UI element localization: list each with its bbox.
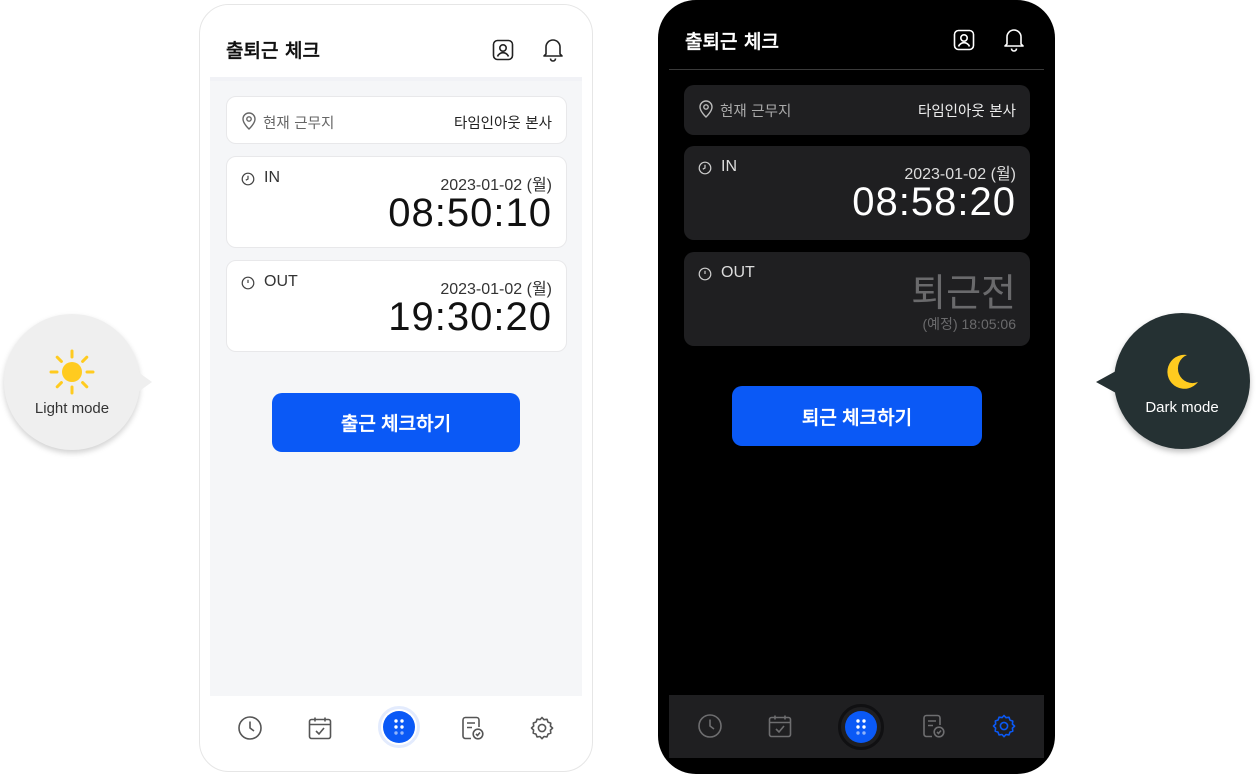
dark-screen: 출퇴근 체크 현재 근무지 타임인아웃 본사 IN 2023-01-02 (월)… — [669, 0, 1044, 770]
clock-small-icon — [698, 266, 712, 281]
center-tab-button — [845, 711, 877, 743]
calendar-check-icon[interactable] — [305, 713, 335, 743]
clock-small-icon — [241, 275, 255, 290]
bell-icon[interactable] — [1001, 26, 1027, 52]
check-in-time: 08:58:20 — [852, 180, 1016, 224]
bubble-tail — [1096, 371, 1116, 393]
check-out-card: OUT 퇴근전 (예정) 18:05:06 — [684, 252, 1030, 346]
dark-phone: 출퇴근 체크 현재 근무지 타임인아웃 본사 IN 2023-01-02 (월)… — [658, 0, 1055, 774]
check-out-time: 19:30:20 — [388, 295, 552, 339]
document-check-icon[interactable] — [918, 711, 948, 741]
gear-icon[interactable] — [989, 711, 1019, 741]
light-mode-label: Light mode — [34, 399, 110, 417]
location-value: 타임인아웃 본사 — [918, 104, 1016, 120]
dark-mode-bubble: Dark mode — [1096, 313, 1250, 449]
center-tab-button — [383, 711, 415, 743]
bubble-tail — [138, 372, 152, 392]
app-header: 출퇴근 체크 — [210, 5, 582, 81]
app-header: 출퇴근 체크 — [669, 0, 1044, 70]
page-title: 출퇴근 체크 — [226, 40, 321, 62]
clock-small-icon — [241, 171, 255, 186]
check-out-card: OUT 2023-01-02 (월) 19:30:20 — [226, 260, 567, 352]
bottom-tab-bar — [669, 695, 1044, 758]
location-card: 현재 근무지 타임인아웃 본사 — [226, 96, 567, 144]
location-value: 타임인아웃 본사 — [454, 116, 552, 132]
location-pin-icon — [698, 100, 714, 118]
bottom-tab-bar — [210, 696, 582, 764]
document-check-icon[interactable] — [457, 713, 487, 743]
check-in-time: 08:50:10 — [388, 191, 552, 235]
check-in-card: IN 2023-01-02 (월) 08:58:20 — [684, 146, 1030, 240]
check-out-label: OUT — [264, 273, 298, 290]
check-in-button[interactable]: 출근 체크하기 — [272, 393, 520, 452]
sun-icon — [48, 348, 96, 396]
calendar-check-icon[interactable] — [765, 711, 795, 741]
dots-grid-icon[interactable] — [378, 706, 420, 748]
page-title: 출퇴근 체크 — [685, 31, 780, 53]
check-in-label: IN — [721, 158, 737, 175]
location-label: 현재 근무지 — [720, 104, 792, 120]
dots-grid-icon[interactable] — [838, 704, 884, 750]
clock-icon[interactable] — [695, 711, 725, 741]
check-in-card: IN 2023-01-02 (월) 08:50:10 — [226, 156, 567, 248]
center-tab-ring — [838, 704, 884, 750]
check-in-label: IN — [264, 169, 280, 186]
check-out-button[interactable]: 퇴근 체크하기 — [732, 386, 982, 446]
moon-icon — [1158, 347, 1206, 395]
bell-icon[interactable] — [540, 36, 566, 62]
center-tab-ring — [378, 706, 420, 748]
check-out-planned-time: (예정) 18:05:06 — [922, 316, 1016, 332]
light-phone: 출퇴근 체크 현재 근무지 타임인아웃 본사 IN 2023-01-02 (월)… — [199, 4, 593, 772]
main-content: 현재 근무지 타임인아웃 본사 IN 2023-01-02 (월) 08:50:… — [210, 81, 582, 696]
clock-small-icon — [698, 160, 712, 175]
profile-icon[interactable] — [951, 27, 977, 53]
gear-icon[interactable] — [527, 713, 557, 743]
check-out-label: OUT — [721, 264, 755, 281]
light-screen: 출퇴근 체크 현재 근무지 타임인아웃 본사 IN 2023-01-02 (월)… — [210, 5, 582, 769]
dark-mode-label: Dark mode — [1145, 398, 1219, 416]
light-mode-bubble: Light mode — [4, 314, 152, 450]
location-pin-icon — [241, 112, 257, 130]
location-card: 현재 근무지 타임인아웃 본사 — [684, 85, 1030, 135]
profile-icon[interactable] — [490, 37, 516, 63]
location-label: 현재 근무지 — [263, 116, 335, 132]
clock-icon[interactable] — [235, 713, 265, 743]
check-out-status: 퇴근전 — [911, 271, 1016, 315]
main-content: 현재 근무지 타임인아웃 본사 IN 2023-01-02 (월) 08:58:… — [669, 71, 1044, 695]
